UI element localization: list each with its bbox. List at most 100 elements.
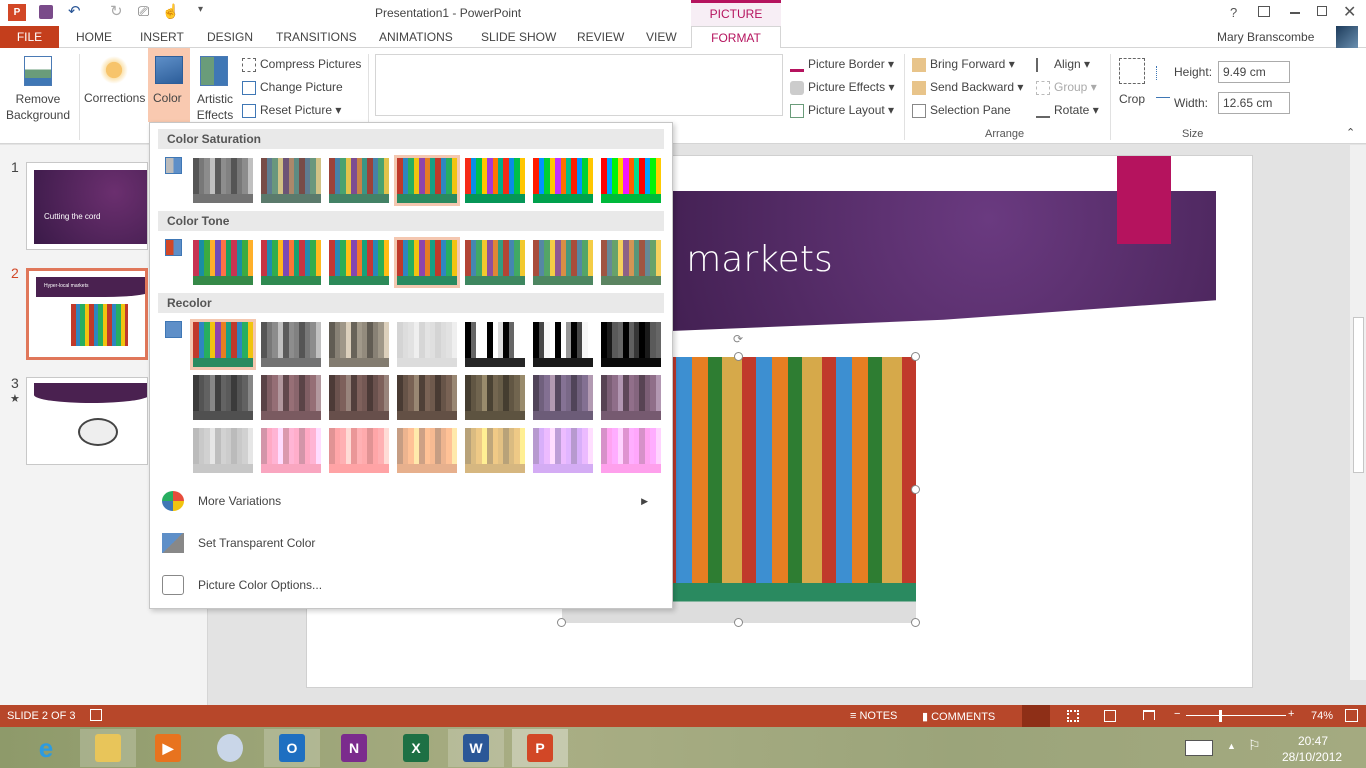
save-icon[interactable] [39,5,53,19]
rotate-button[interactable]: Rotate ▾ [1036,103,1099,118]
color-option-recolor-row3-6[interactable] [533,375,593,420]
zoom-out-button[interactable]: − [1174,708,1180,720]
color-option-recolor-row4-1[interactable] [193,428,253,473]
color-option-recolor-2[interactable] [261,322,321,367]
reset-picture-button[interactable]: Reset Picture ▾ [242,103,341,118]
color-option-tone-5[interactable] [465,240,525,285]
taskbar-paint[interactable] [202,729,258,767]
change-picture-button[interactable]: Change Picture [242,80,343,95]
color-option-recolor-row3-7[interactable] [601,375,661,420]
taskbar-outlook[interactable]: O [264,729,320,767]
zoom-in-button[interactable]: + [1288,708,1294,720]
color-option-recolor-7[interactable] [601,322,661,367]
color-option-recolor-4[interactable] [397,322,457,367]
color-option-recolor-row3-2[interactable] [261,375,321,420]
tab-home[interactable]: HOME [68,26,120,48]
color-option-recolor-row3-4[interactable] [397,375,457,420]
zoom-slider[interactable] [1186,715,1286,716]
slideshow-button[interactable] [1143,710,1155,720]
tab-format[interactable]: FORMAT [691,26,781,49]
tab-insert[interactable]: INSERT [132,26,192,48]
tab-slide-show[interactable]: SLIDE SHOW [473,26,564,48]
resize-handle[interactable] [734,618,743,627]
tab-transitions[interactable]: TRANSITIONS [268,26,365,48]
tab-animations[interactable]: ANIMATIONS [371,26,461,48]
slide-sorter-button[interactable] [1067,710,1079,722]
color-option-tone-2[interactable] [261,240,321,285]
resize-handle[interactable] [734,352,743,361]
start-slideshow-icon[interactable]: ⎚ [138,3,149,20]
compress-pictures-button[interactable]: Compress Pictures [242,57,361,72]
more-variations-item[interactable]: More Variations ▶ [162,487,662,515]
color-option-tone-1[interactable] [193,240,253,285]
rotate-handle[interactable]: ⟳ [733,332,743,346]
user-name[interactable]: Mary Branscombe [1217,30,1314,44]
color-option-recolor-row4-2[interactable] [261,428,321,473]
picture-color-options-item[interactable]: Picture Color Options... [162,571,662,599]
color-option-recolor-row3-1[interactable] [193,375,253,420]
customize-qat-icon[interactable]: ▾ [198,4,203,15]
taskbar-video[interactable]: ▶ [140,729,196,767]
color-option-tone-7[interactable] [601,240,661,285]
color-option-tone-3[interactable] [329,240,389,285]
taskbar-internet-explorer[interactable]: e [18,729,74,767]
color-option-tone-4[interactable] [394,237,460,288]
remove-background-button[interactable]: Remove Background [4,91,72,123]
color-option-saturation-4[interactable] [394,155,460,206]
selection-pane-button[interactable]: Selection Pane [912,103,1011,118]
height-input[interactable]: 9.49 cm [1218,61,1290,83]
bring-forward-button[interactable]: Bring Forward ▾ [912,57,1015,72]
taskbar-powerpoint[interactable]: P [512,729,568,767]
vertical-scrollbar[interactable] [1350,145,1366,680]
artistic-effects-button[interactable]: Artistic Effects [192,91,238,123]
tab-review[interactable]: REVIEW [569,26,632,48]
color-option-saturation-3[interactable] [329,158,389,203]
picture-effects-button[interactable]: Picture Effects ▾ [790,80,895,95]
zoom-slider-thumb[interactable] [1219,710,1222,722]
color-option-saturation-2[interactable] [261,158,321,203]
tab-view[interactable]: VIEW [638,26,685,48]
redo-icon[interactable]: ↻ [110,2,123,20]
keyboard-icon[interactable] [1185,740,1213,756]
touch-mode-icon[interactable]: ☝ [162,3,179,20]
color-option-tone-6[interactable] [533,240,593,285]
color-option-recolor-row3-3[interactable] [329,375,389,420]
align-button[interactable]: Align ▾ [1036,57,1090,72]
notes-button[interactable]: ≡ NOTES [850,710,897,722]
comments-button[interactable]: ▮ COMMENTS [922,710,995,723]
clock-date[interactable]: 28/10/2012 [1282,750,1342,764]
undo-icon[interactable]: ↶ [68,2,81,20]
show-hidden-icons[interactable]: ▲ [1227,741,1236,751]
picture-layout-button[interactable]: Picture Layout ▾ [790,103,894,118]
color-option-saturation-7[interactable] [601,158,661,203]
picture-styles-gallery[interactable] [375,54,783,116]
spell-check-icon[interactable] [90,709,102,721]
corrections-button[interactable]: Corrections [84,91,145,105]
normal-view-button[interactable] [1022,705,1050,727]
color-option-recolor-row4-5[interactable] [465,428,525,473]
tab-file[interactable]: FILE [0,26,59,48]
avatar[interactable] [1336,26,1358,48]
color-option-recolor-row3-5[interactable] [465,375,525,420]
reading-view-button[interactable] [1104,710,1116,722]
taskbar-excel[interactable]: X [388,729,444,767]
resize-handle[interactable] [557,618,566,627]
resize-handle[interactable] [911,618,920,627]
resize-handle[interactable] [911,485,920,494]
color-option-recolor-row4-4[interactable] [397,428,457,473]
help-icon[interactable]: ? [1230,5,1237,20]
action-center-flag-icon[interactable]: ⚐ [1248,737,1261,754]
color-option-saturation-1[interactable] [193,158,253,203]
slide-thumbnail-2[interactable]: Hyper-local markets [26,268,148,360]
color-option-recolor-6[interactable] [533,322,593,367]
color-option-saturation-5[interactable] [465,158,525,203]
ribbon-display-icon[interactable] [1258,6,1270,17]
width-input[interactable]: 12.65 cm [1218,92,1290,114]
clock-time[interactable]: 20:47 [1298,734,1328,748]
color-option-saturation-6[interactable] [533,158,593,203]
color-option-recolor-row4-7[interactable] [601,428,661,473]
scroll-thumb[interactable] [1353,317,1364,473]
crop-button[interactable]: Crop [1119,92,1145,106]
color-option-recolor-row4-6[interactable] [533,428,593,473]
taskbar-onenote[interactable]: N [326,729,382,767]
